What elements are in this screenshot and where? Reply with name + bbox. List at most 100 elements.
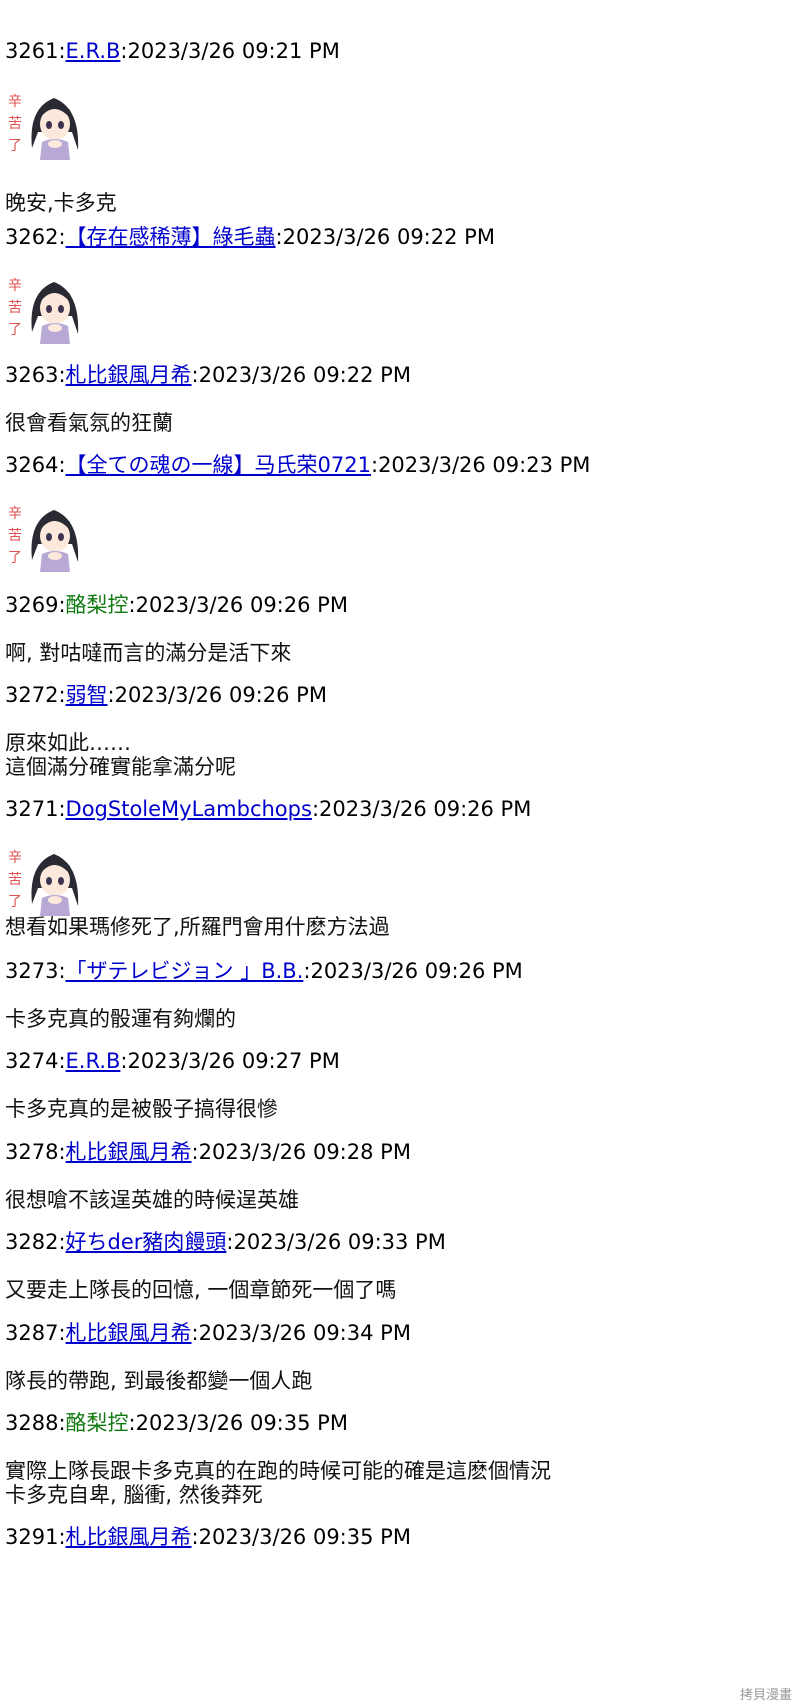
post-header: 3261:E.R.B:2023/3/26 09:21 PM (5, 38, 340, 64)
username-link[interactable]: 札比銀風月希 (66, 1140, 192, 1164)
post-header: 3282:好ちder豬肉饅頭:2023/3/26 09:33 PM (5, 1229, 446, 1255)
post-timestamp: 2023/3/26 09:22 PM (282, 225, 495, 249)
separator: : (107, 683, 115, 707)
username-link[interactable]: 【全ての魂の一線】马氏荣0721 (66, 453, 371, 477)
post-number: 3272 (5, 683, 59, 707)
post-header: 3273:「ザテレビジョン 」B.B.:2023/3/26 09:26 PM (5, 958, 523, 984)
separator: : (58, 593, 66, 617)
kurou-sticker-icon: 辛苦了 (8, 506, 79, 572)
svg-text:了: 了 (8, 138, 22, 154)
post-timestamp: 2023/3/26 09:22 PM (198, 363, 411, 387)
separator: : (58, 39, 66, 63)
post-number: 3273 (5, 959, 59, 983)
username-link[interactable]: E.R.B (66, 1049, 121, 1073)
post-header: 3263:札比銀風月希:2023/3/26 09:22 PM (5, 362, 411, 388)
username-link[interactable]: 【存在感稀薄】綠毛蟲 (66, 225, 276, 249)
post-number: 3278 (5, 1140, 59, 1164)
separator: : (191, 363, 199, 387)
username-link[interactable]: E.R.B (66, 39, 121, 63)
post-body: 想看如果瑪修死了,所羅門會用什麽方法過 (5, 915, 390, 939)
post-header: 3262:【存在感稀薄】綠毛蟲:2023/3/26 09:22 PM (5, 224, 495, 250)
separator: : (191, 1321, 199, 1345)
post-number: 3269 (5, 593, 59, 617)
post-header: 3271:DogStoleMyLambchops:2023/3/26 09:26… (5, 796, 531, 822)
svg-text:苦: 苦 (8, 872, 22, 888)
svg-text:辛: 辛 (8, 506, 22, 522)
post-header: 3288:酪梨控:2023/3/26 09:35 PM (5, 1410, 348, 1436)
username: 酪梨控 (65, 1411, 129, 1435)
post-timestamp: 2023/3/26 09:26 PM (135, 593, 348, 617)
post-body: 隊長的帶跑, 到最後都變一個人跑 (5, 1369, 313, 1393)
username: 酪梨控 (65, 593, 129, 617)
post-header: 3291:札比銀風月希:2023/3/26 09:35 PM (5, 1524, 411, 1550)
separator: : (128, 593, 136, 617)
post-timestamp: 2023/3/26 09:35 PM (135, 1411, 348, 1435)
username-link[interactable]: 好ちder豬肉饅頭 (66, 1230, 227, 1254)
separator: : (58, 683, 66, 707)
post-timestamp: 2023/3/26 09:23 PM (378, 453, 591, 477)
kurou-sticker-icon: 辛苦了 (8, 278, 79, 344)
separator: : (370, 453, 379, 477)
watermark: 拷貝漫畫 (739, 1688, 792, 1703)
separator: : (58, 1321, 66, 1345)
post-timestamp: 2023/3/26 09:34 PM (198, 1321, 411, 1345)
separator: : (58, 1230, 66, 1254)
separator: : (58, 1411, 66, 1435)
svg-text:了: 了 (8, 550, 22, 566)
post-body: 這個滿分確實能拿滿分呢 (5, 755, 236, 779)
post-number: 3287 (5, 1321, 59, 1345)
post-body: 卡多克真的骰運有夠爛的 (5, 1007, 236, 1031)
post-header: 3269:酪梨控:2023/3/26 09:26 PM (5, 592, 348, 618)
separator: : (226, 1230, 234, 1254)
post-body: 啊, 對咕噠而言的滿分是活下來 (5, 641, 292, 665)
svg-text:苦: 苦 (8, 528, 22, 544)
separator: : (311, 797, 320, 821)
post-timestamp: 2023/3/26 09:26 PM (114, 683, 327, 707)
post-timestamp: 2023/3/26 09:27 PM (127, 1049, 340, 1073)
post-body: 很想嗆不該逞英雄的時候逞英雄 (5, 1188, 299, 1212)
separator: : (58, 1525, 66, 1549)
post-header: 3264:【全ての魂の一線】马氏荣0721:2023/3/26 09:23 PM (5, 452, 590, 478)
post-body: 卡多克自卑, 腦衝, 然後莽死 (5, 1483, 263, 1507)
separator: : (58, 225, 66, 249)
separator: : (58, 1049, 66, 1073)
post-timestamp: 2023/3/26 09:21 PM (127, 39, 340, 63)
separator: : (275, 225, 283, 249)
separator: : (58, 959, 66, 983)
post-body: 晚安,卡多克 (5, 191, 117, 215)
separator: : (58, 797, 66, 821)
svg-text:苦: 苦 (8, 116, 22, 132)
post-number: 3271 (5, 797, 59, 821)
username-link[interactable]: 札比銀風月希 (66, 1321, 192, 1345)
username-link[interactable]: 「ザテレビジョン 」B.B. (66, 959, 304, 983)
separator: : (58, 363, 66, 387)
svg-text:辛: 辛 (8, 278, 22, 294)
username-link[interactable]: DogStoleMyLambchops (66, 797, 312, 821)
post-body: 很會看氣氛的狂蘭 (5, 411, 173, 435)
post-number: 3263 (5, 363, 59, 387)
post-header: 3274:E.R.B:2023/3/26 09:27 PM (5, 1048, 340, 1074)
kurou-sticker-icon: 辛苦了 (8, 850, 79, 916)
username-link[interactable]: 札比銀風月希 (66, 363, 192, 387)
post-timestamp: 2023/3/26 09:26 PM (310, 959, 523, 983)
separator: : (58, 1140, 66, 1164)
svg-text:辛: 辛 (8, 94, 22, 110)
post-timestamp: 2023/3/26 09:26 PM (319, 797, 532, 821)
post-number: 3288 (5, 1411, 59, 1435)
username-link[interactable]: 札比銀風月希 (66, 1525, 192, 1549)
post-header: 3272:弱智:2023/3/26 09:26 PM (5, 682, 327, 708)
post-number: 3264 (5, 453, 59, 477)
separator: : (128, 1411, 136, 1435)
post-number: 3261 (5, 39, 59, 63)
svg-text:了: 了 (8, 322, 22, 338)
separator: : (191, 1140, 199, 1164)
post-timestamp: 2023/3/26 09:33 PM (233, 1230, 446, 1254)
post-number: 3262 (5, 225, 59, 249)
svg-text:辛: 辛 (8, 850, 22, 866)
post-number: 3282 (5, 1230, 59, 1254)
post-timestamp: 2023/3/26 09:28 PM (198, 1140, 411, 1164)
username-link[interactable]: 弱智 (66, 683, 108, 707)
post-number: 3291 (5, 1525, 59, 1549)
separator: : (58, 453, 66, 477)
post-body: 又要走上隊長的回憶, 一個章節死一個了嗎 (5, 1278, 397, 1302)
